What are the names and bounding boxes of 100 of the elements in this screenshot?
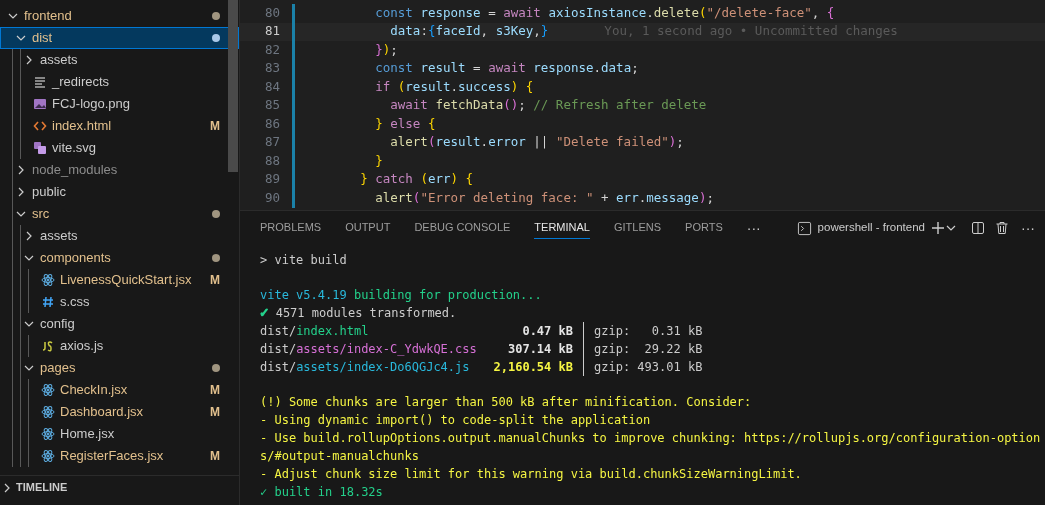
- folder-row[interactable]: assets: [0, 225, 239, 247]
- code-line: alert("Error deleting face: " + err.message);: [374, 188, 714, 207]
- line-number: 81: [263, 22, 280, 41]
- git-status-letter: M: [210, 404, 220, 421]
- code-line: }: [374, 151, 383, 170]
- code-brackets-icon: [33, 119, 47, 133]
- folder-row[interactable]: src: [0, 203, 239, 225]
- file-row[interactable]: s.css: [0, 291, 239, 313]
- atom-icon: [41, 449, 55, 463]
- code-line: } else {: [374, 114, 436, 133]
- panel-tab[interactable]: PORTS: [685, 217, 723, 239]
- timeline-title: TIMELINE: [16, 480, 68, 496]
- terminal-line: s/#output-manualchunks: [260, 448, 420, 465]
- folder-row[interactable]: assets: [0, 49, 239, 71]
- folder-row[interactable]: components: [0, 247, 239, 269]
- file-row[interactable]: Dashboard.jsx M: [0, 401, 239, 423]
- file-row[interactable]: axios.js: [0, 335, 239, 357]
- code-line: });: [374, 40, 398, 59]
- gzip-size: gzip: 0.31 kB: [594, 323, 703, 340]
- file-row[interactable]: CheckIn.jsx M: [0, 379, 239, 401]
- gzip-size: gzip: 493.01 kB: [594, 359, 703, 376]
- more-tabs-button[interactable]: ···: [746, 217, 761, 239]
- panel-tab[interactable]: TERMINAL: [534, 217, 590, 239]
- shapes-icon: [33, 141, 47, 155]
- folder-name: public: [32, 183, 66, 202]
- scrollbar-thumb[interactable]: [228, 0, 238, 172]
- panel-tab[interactable]: PROBLEMS: [260, 217, 322, 239]
- line-number: 88: [263, 151, 280, 170]
- folder-name: config: [40, 315, 75, 334]
- file-row[interactable]: LivenessQuickStart.jsx M: [0, 269, 239, 291]
- folder-row[interactable]: config: [0, 313, 239, 335]
- file-size: 0.47 kB: [521, 323, 573, 340]
- terminal-line: - Use build.rollupOptions.output.manualChunks to improve chunking: https://rollupjs.org/configuration-option: [260, 430, 1042, 447]
- code-line: await fetchData(); // Refresh after delete: [389, 96, 707, 115]
- folder-row[interactable]: node_modules: [0, 159, 239, 181]
- output-file-path: dist/index.html: [260, 323, 370, 340]
- line-number: 80: [263, 3, 280, 22]
- file-name: CheckIn.jsx: [60, 381, 128, 400]
- line-number: 90: [263, 188, 280, 207]
- folder-name: frontend: [24, 7, 72, 26]
- panel-tab[interactable]: OUTPUT: [345, 217, 391, 239]
- terminal-selector[interactable]: powershell - frontend: [817, 219, 925, 237]
- file-name: vite.svg: [52, 139, 97, 158]
- code-line: if (result.success) {: [374, 77, 534, 96]
- file-name: s.css: [60, 293, 90, 312]
- panel-tab[interactable]: GITLENS: [613, 217, 662, 239]
- git-status-letter: M: [210, 272, 220, 289]
- file-name: LivenessQuickStart.jsx: [60, 271, 192, 290]
- atom-icon: [41, 405, 55, 419]
- file-row[interactable]: Home.jsx: [0, 423, 239, 445]
- line-number: 89: [263, 170, 280, 189]
- terminal-line: ✓ built in 18.32s: [260, 484, 384, 501]
- code-line: alert(result.error || "Delete failed");: [389, 133, 684, 152]
- split-icon[interactable]: [971, 221, 985, 235]
- terminal-line: - Adjust chunk size limit for this warning via build.chunkSizeWarningLimit.: [260, 466, 803, 483]
- line-number: 86: [263, 114, 280, 133]
- terminal-line: vite v5.4.19 building for production...: [260, 287, 543, 304]
- folder-name: assets: [40, 51, 78, 70]
- panel-tab[interactable]: DEBUG CONSOLE: [414, 217, 511, 239]
- plus-icon[interactable]: [931, 221, 945, 235]
- line-number: 83: [263, 59, 280, 78]
- git-status-letter: M: [210, 382, 220, 399]
- folder-name: pages: [40, 359, 76, 378]
- file-row[interactable]: index.html M: [0, 115, 239, 137]
- git-status-letter: M: [210, 448, 220, 465]
- gzip-size: gzip: 29.22 kB: [594, 341, 703, 358]
- file-name: Dashboard.jsx: [60, 403, 144, 422]
- output-file-path: dist/assets/index-Do6QGJc4.js: [260, 359, 471, 376]
- folder-row[interactable]: dist: [0, 27, 239, 49]
- trash-icon[interactable]: [995, 221, 1009, 235]
- line-number: 82: [263, 40, 280, 59]
- folder-row[interactable]: public: [0, 181, 239, 203]
- atom-icon: [41, 273, 55, 287]
- folder-name: components: [40, 249, 111, 268]
- terminal-line: - Using dynamic import() to code-split the application: [260, 412, 652, 429]
- folder-name: assets: [40, 227, 78, 246]
- line-number: 84: [263, 77, 280, 96]
- lines-icon: [33, 75, 47, 89]
- folder-name: node_modules: [32, 161, 118, 180]
- output-file-path: dist/assets/index-C_YdwkQE.css: [260, 341, 475, 358]
- folder-row[interactable]: pages: [0, 357, 239, 379]
- file-name: RegisterFaces.jsx: [60, 447, 164, 466]
- file-name: index.html: [52, 117, 112, 136]
- file-row[interactable]: vite.svg: [0, 137, 239, 159]
- atom-icon: [41, 427, 55, 441]
- folder-row[interactable]: frontend: [0, 5, 239, 27]
- file-row[interactable]: RegisterFaces.jsx M: [0, 445, 239, 467]
- code-line: const result = await response.data;: [374, 59, 639, 78]
- atom-icon: [41, 383, 55, 397]
- more-actions-button[interactable]: ···: [1021, 217, 1035, 239]
- line-number: 85: [263, 96, 280, 115]
- line-number: 87: [263, 133, 280, 152]
- git-status-letter: M: [210, 118, 220, 135]
- timeline-header[interactable]: TIMELINE: [0, 475, 239, 499]
- file-row[interactable]: _redirects: [0, 71, 239, 93]
- file-name: axios.js: [60, 337, 104, 356]
- file-size: 2,160.54 kB: [492, 359, 573, 376]
- code-line: data:{faceId, s3Key,}: [389, 22, 549, 41]
- file-row[interactable]: FCJ-logo.png: [0, 93, 239, 115]
- terminal-line: (!) Some chunks are larger than 500 kB after minification. Consider:: [260, 394, 753, 411]
